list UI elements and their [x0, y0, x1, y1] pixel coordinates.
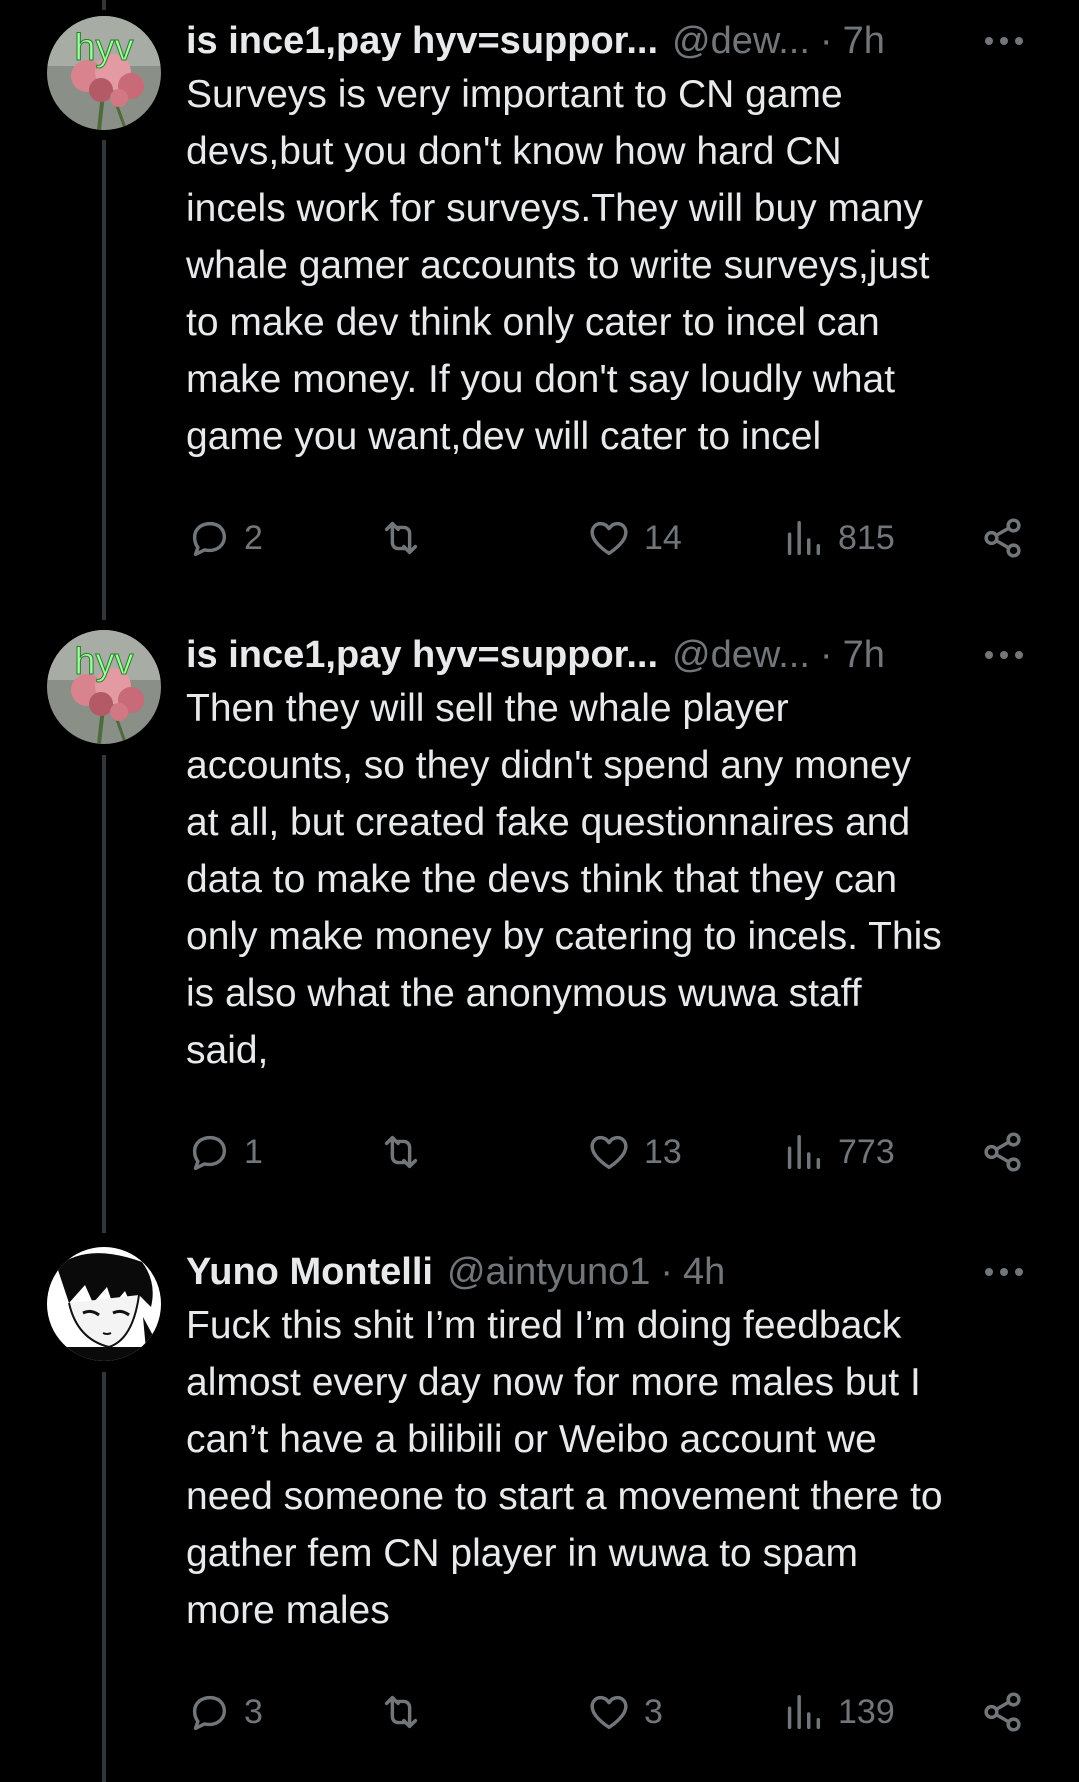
- views-button[interactable]: 139: [780, 1684, 895, 1740]
- action-bar: 1 13 773: [186, 1124, 1026, 1180]
- reply-count: 2: [244, 518, 263, 557]
- like-button[interactable]: 3: [586, 1684, 663, 1740]
- tweet-header: Yuno Montelli @aintyuno1 · 4h: [186, 1247, 1026, 1297]
- separator: ·: [819, 633, 833, 676]
- separator: ·: [660, 1250, 674, 1293]
- like-icon: [590, 521, 628, 556]
- thread-line: [102, 755, 106, 1233]
- handle[interactable]: @dew...: [672, 20, 810, 63]
- avatar-manga-image: [47, 1247, 161, 1361]
- share-icon: [984, 1132, 1021, 1172]
- avatar-flower-image: hyv: [47, 16, 161, 130]
- tweet-header: is ince1,pay hyv=suppor... @dew... · 7h: [186, 630, 1026, 680]
- timestamp[interactable]: 7h: [843, 20, 885, 63]
- avatar-flower-image: hyv: [47, 630, 161, 744]
- like-count: 14: [644, 518, 682, 557]
- repost-button[interactable]: [378, 1124, 436, 1180]
- display-name[interactable]: is ince1,pay hyv=suppor...: [186, 634, 658, 677]
- reply-button[interactable]: 2: [186, 510, 263, 566]
- views-icon: [787, 1694, 821, 1730]
- timestamp[interactable]: 7h: [843, 634, 885, 677]
- display-name[interactable]: Yuno Montelli: [186, 1251, 433, 1294]
- share-icon: [984, 1692, 1021, 1732]
- views-icon: [787, 1134, 821, 1170]
- view-count: 815: [838, 518, 895, 557]
- reply-count: 1: [244, 1132, 263, 1171]
- tweet-header: is ince1,pay hyv=suppor... @dew... · 7h: [186, 16, 1026, 66]
- share-button[interactable]: [980, 1684, 1038, 1740]
- tweet-text: Fuck this shit I’m tired I’m doing feedb…: [186, 1304, 943, 1632]
- tweet-text: Surveys is very important to CN game dev…: [186, 73, 930, 458]
- share-button[interactable]: [980, 1124, 1038, 1180]
- reply-button[interactable]: 3: [186, 1684, 263, 1740]
- separator: ·: [819, 19, 833, 62]
- more-icon[interactable]: [982, 630, 1026, 680]
- avatar[interactable]: [47, 1247, 161, 1361]
- repost-button[interactable]: [378, 1684, 436, 1740]
- like-count: 13: [644, 1132, 682, 1171]
- display-name[interactable]: is ince1,pay hyv=suppor...: [186, 20, 658, 63]
- avatar[interactable]: hyv: [47, 16, 161, 130]
- repost-icon: [384, 521, 418, 555]
- like-count: 3: [644, 1692, 663, 1731]
- view-count: 139: [838, 1692, 895, 1731]
- avatar-label: hyv: [74, 641, 133, 683]
- thread-line: [102, 140, 106, 620]
- like-icon: [590, 1135, 628, 1170]
- avatar-label: hyv: [74, 27, 133, 69]
- handle[interactable]: @aintyuno1: [447, 1251, 650, 1294]
- handle[interactable]: @dew...: [672, 634, 810, 677]
- reply-count: 3: [244, 1692, 263, 1731]
- view-count: 773: [838, 1132, 895, 1171]
- reply-icon: [192, 1695, 227, 1731]
- action-bar: 2 14 815: [186, 510, 1026, 566]
- tweet-text: Then they will sell the whale player acc…: [186, 687, 942, 1072]
- views-button[interactable]: 815: [780, 510, 895, 566]
- avatar[interactable]: hyv: [47, 630, 161, 744]
- views-button[interactable]: 773: [780, 1124, 895, 1180]
- repost-icon: [384, 1135, 418, 1169]
- views-icon: [787, 520, 821, 556]
- like-button[interactable]: 13: [586, 1124, 682, 1180]
- more-icon[interactable]: [982, 1247, 1026, 1297]
- more-icon[interactable]: [982, 16, 1026, 66]
- reply-icon: [192, 521, 227, 557]
- thread-line: [102, 0, 106, 10]
- repost-icon: [384, 1695, 418, 1729]
- repost-button[interactable]: [378, 510, 436, 566]
- like-icon: [590, 1695, 628, 1730]
- share-button[interactable]: [980, 510, 1038, 566]
- like-button[interactable]: 14: [586, 510, 682, 566]
- action-bar: 3 3 139: [186, 1684, 1026, 1740]
- reply-icon: [192, 1135, 227, 1171]
- share-icon: [984, 518, 1021, 558]
- timestamp[interactable]: 4h: [683, 1251, 725, 1294]
- reply-button[interactable]: 1: [186, 1124, 263, 1180]
- thread-line: [102, 1372, 106, 1782]
